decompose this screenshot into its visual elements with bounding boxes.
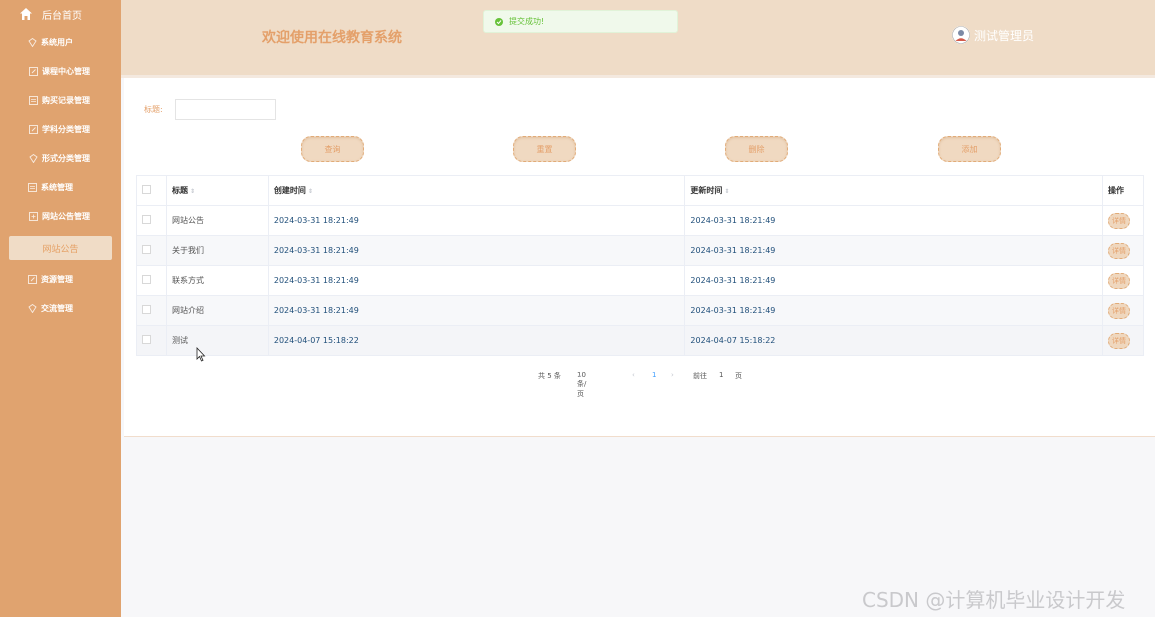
sidebar-item-system-management[interactable]: 系统管理 [0,173,121,202]
sidebar-item-label: 形式分类管理 [42,154,90,163]
delete-button[interactable]: 删除 [725,136,788,162]
username: 测试管理员 [974,28,1035,43]
next-page-icon[interactable]: › [671,371,674,379]
sidebar-item-purchase-records[interactable]: 购买记录管理 [0,86,121,115]
sidebar-item-communication[interactable]: 交流管理 [0,294,121,323]
row-updated: 2024-03-31 18:21:49 [684,235,1103,266]
row-updated: 2024-03-31 18:21:49 [684,205,1103,236]
page-number[interactable]: 1 [652,371,656,379]
sort-icon[interactable]: ⇕ [308,188,313,195]
page-title: 欢迎使用在线教育系统 [262,30,402,46]
add-button[interactable]: 添加 [938,136,1001,162]
diamond-icon [29,153,38,164]
sidebar-item-announcement-management[interactable]: 网站公告管理 [0,202,121,231]
row-checkbox[interactable] [142,305,151,314]
sidebar-item-system-users[interactable]: 系统用户 [0,28,121,57]
row-created: 2024-04-07 15:18:22 [267,325,686,356]
page-suffix: 页 [735,372,742,380]
sidebar-item-label: 系统管理 [41,183,73,192]
row-updated: 2024-03-31 18:21:49 [684,265,1103,296]
announcement-table: 标题 ⇕ 创建时间 ⇕ 更新时间 ⇕ 操作 网站公告 2024-03-31 18:21… [136,175,1145,356]
sidebar-item-format-category[interactable]: 形式分类管理 [0,144,121,173]
row-title: 测试 [165,325,269,356]
table-row: 网站公告 2024-03-31 18:21:49 2024-03-31 18:2… [136,205,1145,236]
select-all-checkbox[interactable] [142,185,151,194]
sidebar-item-resources[interactable]: 资源管理 [0,265,121,294]
total-count: 共 5 条 [538,372,561,380]
sort-icon[interactable]: ⇕ [190,188,195,195]
goto-page-input[interactable]: 1 [719,371,723,379]
row-created: 2024-03-31 18:21:49 [267,265,686,296]
reset-button[interactable]: 重置 [513,136,576,162]
table-header-row: 标题 ⇕ 创建时间 ⇕ 更新时间 ⇕ 操作 [136,175,1145,206]
row-title: 网站介绍 [165,295,269,326]
row-title: 联系方式 [165,265,269,296]
row-checkbox[interactable] [142,245,151,254]
user-menu[interactable]: 测试管理员 [952,26,1034,44]
table-row: 关于我们 2024-03-31 18:21:49 2024-03-31 18:2… [136,235,1145,266]
watermark: CSDN @计算机毕业设计开发 [862,588,1126,612]
mouse-cursor-icon [196,346,206,366]
list-icon [28,183,37,192]
sort-icon[interactable]: ⇕ [724,188,729,195]
chevron-down-icon: ⌄ [577,371,583,379]
sidebar-item-label: 后台首页 [42,10,82,22]
sidebar-item-label: 交流管理 [41,304,73,313]
sidebar-item-home[interactable]: 后台首页 [0,0,121,28]
table-row: 联系方式 2024-03-31 18:21:49 2024-03-31 18:2… [136,265,1145,296]
sidebar-item-course-center[interactable]: 课程中心管理 [0,57,121,86]
sidebar-item-label: 网站公告管理 [42,212,90,221]
success-toast: 提交成功! [483,10,678,33]
sidebar-item-label: 资源管理 [41,275,73,284]
row-title: 网站公告 [165,205,269,236]
table-row: 网站介绍 2024-03-31 18:21:49 2024-03-31 18:2… [136,295,1145,326]
detail-button[interactable]: 详情 [1107,272,1130,289]
diamond-icon [28,37,37,48]
row-title: 关于我们 [165,235,269,266]
sidebar-item-label: 课程中心管理 [42,67,90,76]
detail-button[interactable]: 详情 [1107,242,1130,259]
row-updated: 2024-03-31 18:21:49 [684,295,1103,326]
detail-button[interactable]: 详情 [1107,212,1130,229]
column-header-updated[interactable]: 更新时间 ⇕ [684,175,1103,206]
home-icon [19,7,33,21]
toast-message: 提交成功! [509,17,545,26]
column-header-title[interactable]: 标题 ⇕ [165,175,269,206]
row-created: 2024-03-31 18:21:49 [267,235,686,266]
row-created: 2024-03-31 18:21:49 [267,205,686,236]
sidebar-item-subject-category[interactable]: 学科分类管理 [0,115,121,144]
check-circle-icon [495,17,503,26]
sidebar-subitem-label: 网站公告 [42,244,79,255]
diamond-icon [28,303,37,314]
edit-icon [29,125,38,134]
prev-page-icon[interactable]: ‹ [632,371,635,379]
document-icon [29,212,38,221]
column-header-actions: 操作 [1101,175,1145,206]
edit-icon [29,67,38,76]
row-checkbox[interactable] [142,215,151,224]
avatar [952,26,970,44]
query-button[interactable]: 查询 [301,136,364,162]
row-created: 2024-03-31 18:21:49 [267,295,686,326]
sidebar-item-label: 购买记录管理 [42,96,90,105]
search-label: 标题: [144,105,163,114]
goto-label: 前往 [693,372,707,380]
row-checkbox[interactable] [142,275,151,284]
sidebar-subitem-announcement[interactable]: 网站公告 [9,236,112,260]
main-panel: 标题: 查询 重置 删除 添加 标题 ⇕ 创建时间 ⇕ 更新时间 ⇕ 操作 网站公告 … [124,78,1155,437]
sidebar-item-label: 学科分类管理 [42,125,90,134]
table-row: 测试 2024-04-07 15:18:22 2024-04-07 15:18:… [136,325,1145,356]
list-icon [29,96,38,105]
select-all-cell[interactable] [136,175,167,206]
edit-icon [28,275,37,284]
title-search-input[interactable] [175,99,276,120]
sidebar: 后台首页 系统用户 课程中心管理 购买记录管理 学科分类管理 形式分类管理 系统… [0,0,121,617]
row-checkbox[interactable] [142,335,151,344]
sidebar-item-label: 系统用户 [41,38,73,47]
detail-button[interactable]: 详情 [1107,302,1130,319]
row-updated: 2024-04-07 15:18:22 [684,325,1103,356]
column-header-created[interactable]: 创建时间 ⇕ [267,175,686,206]
detail-button[interactable]: 详情 [1107,332,1130,349]
